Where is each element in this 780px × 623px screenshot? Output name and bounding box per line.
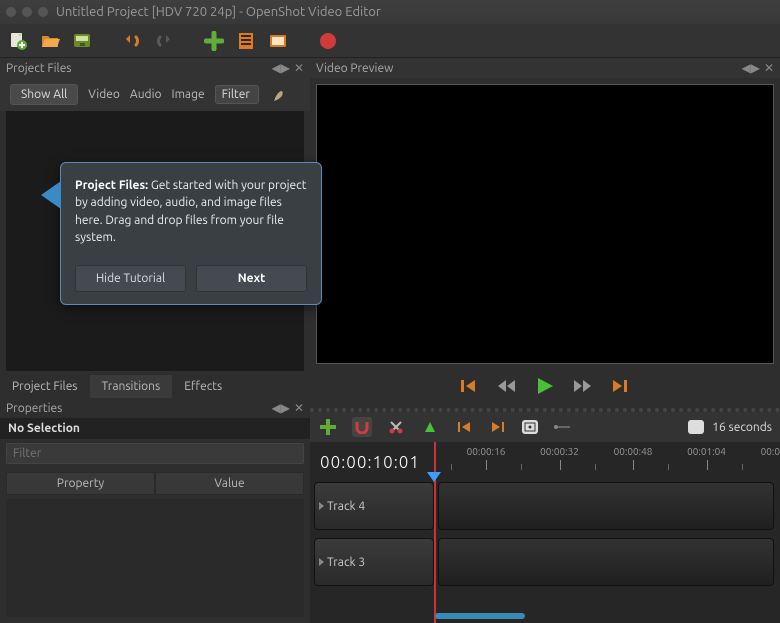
undo-icon[interactable] — [122, 31, 142, 51]
video-preview-header: Video Preview ◀▶ ✕ — [310, 58, 780, 78]
fullscreen-icon[interactable] — [268, 31, 288, 51]
project-files-filter-bar: Show All Video Audio Image Filter — [0, 78, 310, 111]
track-row[interactable]: Track 3 — [310, 538, 780, 586]
minimize-window-icon[interactable] — [22, 7, 32, 17]
filter-audio-tab[interactable]: Audio — [130, 88, 162, 101]
maximize-window-icon[interactable] — [38, 7, 48, 17]
right-panel: Video Preview ◀▶✕ 16 sec — [310, 58, 780, 623]
zoom-slider-icon[interactable] — [552, 417, 572, 437]
project-files-filter-input[interactable]: Filter — [215, 85, 259, 104]
filter-video-tab[interactable]: Video — [88, 88, 120, 101]
tutorial-arrow-icon — [41, 181, 61, 209]
tutorial-text: Project Files: Get started with your pro… — [75, 177, 307, 247]
timeline-duration: 16 seconds — [712, 421, 772, 434]
close-panel-icon[interactable]: ✕ — [294, 61, 304, 75]
track-row[interactable]: Track 4 — [310, 482, 780, 530]
tick-label: 00:00:16 — [467, 446, 506, 457]
track-body[interactable] — [438, 538, 774, 586]
open-project-icon[interactable] — [40, 31, 60, 51]
tab-project-files[interactable]: Project Files — [0, 375, 90, 398]
rewind-icon[interactable] — [497, 376, 517, 396]
tick-label: 00:00:32 — [540, 446, 579, 457]
properties-title: Properties — [6, 402, 62, 415]
new-project-icon[interactable] — [8, 31, 28, 51]
detach-panel-icon[interactable]: ◀▶ — [271, 61, 289, 75]
previous-marker-icon[interactable] — [454, 417, 474, 437]
next-marker-icon[interactable] — [488, 417, 508, 437]
timeline-panel: 16 seconds 00:00:10:01 00:00:16 00:00:32… — [310, 408, 780, 623]
tutorial-heading: Project Files: — [75, 179, 148, 192]
detach-preview-icon[interactable]: ◀▶ — [741, 61, 759, 75]
redo-icon[interactable] — [154, 31, 174, 51]
track-body[interactable] — [438, 482, 774, 530]
timeline-ruler[interactable]: 00:00:16 00:00:32 00:00:48 00:01:04 00:0… — [430, 442, 780, 482]
project-files-header: Project Files ◀▶ ✕ — [0, 58, 310, 78]
save-project-icon[interactable] — [72, 31, 92, 51]
clear-filter-icon[interactable] — [269, 85, 289, 105]
profile-icon[interactable] — [236, 31, 256, 51]
timeline-scrollbar[interactable] — [435, 613, 525, 619]
add-track-icon[interactable] — [318, 417, 338, 437]
track-label[interactable]: Track 4 — [314, 482, 434, 530]
detach-properties-icon[interactable]: ◀▶ — [271, 401, 289, 415]
timecode-display: 00:00:10:01 — [310, 442, 430, 482]
center-playhead-icon[interactable] — [522, 420, 538, 434]
left-bottom-tabs: Project Files Transitions Effects — [0, 375, 310, 398]
project-files-title: Project Files — [6, 62, 72, 75]
next-tutorial-button[interactable]: Next — [196, 265, 307, 292]
timeline-toolbar: 16 seconds — [310, 412, 780, 442]
jump-end-icon[interactable] — [611, 376, 631, 396]
properties-filter-input[interactable] — [6, 443, 304, 464]
tutorial-popup: Project Files: Get started with your pro… — [60, 162, 322, 305]
filter-image-tab[interactable]: Image — [172, 88, 205, 101]
close-preview-icon[interactable]: ✕ — [764, 61, 774, 75]
timeline-badge-icon — [688, 420, 704, 434]
tick-label: 00:00:48 — [614, 446, 653, 457]
left-panel: Project Files ◀▶ ✕ Show All Video Audio I… — [0, 58, 310, 623]
playback-controls — [310, 366, 780, 406]
main-toolbar — [0, 24, 780, 58]
titlebar: Untitled Project [HDV 720 24p] - OpenSho… — [0, 0, 780, 24]
jump-start-icon[interactable] — [459, 376, 479, 396]
properties-header: Properties ◀▶ ✕ — [0, 398, 310, 418]
add-marker-icon[interactable] — [420, 417, 440, 437]
window-title: Untitled Project [HDV 720 24p] - OpenSho… — [56, 5, 381, 19]
play-icon[interactable] — [535, 376, 555, 396]
tick-label: 00:01:04 — [687, 446, 726, 457]
window-controls — [6, 7, 48, 17]
properties-columns: Property Value — [0, 468, 310, 499]
tab-effects[interactable]: Effects — [172, 375, 234, 398]
timeline-body[interactable]: 00:00:10:01 00:00:16 00:00:32 00:00:48 0… — [310, 442, 780, 623]
import-files-icon[interactable] — [204, 31, 224, 51]
video-preview-canvas[interactable] — [316, 84, 774, 364]
value-column-header[interactable]: Value — [155, 472, 304, 495]
playhead-handle[interactable] — [427, 472, 441, 482]
properties-body — [6, 499, 304, 617]
close-properties-icon[interactable]: ✕ — [294, 401, 304, 415]
close-window-icon[interactable] — [6, 7, 16, 17]
video-preview-title: Video Preview — [316, 62, 393, 75]
tab-transitions[interactable]: Transitions — [90, 375, 173, 398]
tick-label: 00:01:20 — [761, 446, 780, 457]
property-column-header[interactable]: Property — [6, 472, 155, 495]
track-label[interactable]: Track 3 — [314, 538, 434, 586]
properties-no-selection: No Selection — [0, 418, 310, 439]
show-all-button[interactable]: Show All — [10, 84, 78, 105]
snap-icon[interactable] — [352, 417, 372, 437]
hide-tutorial-button[interactable]: Hide Tutorial — [75, 265, 186, 292]
export-video-icon[interactable] — [318, 31, 338, 51]
razor-icon[interactable] — [386, 417, 406, 437]
fast-forward-icon[interactable] — [573, 376, 593, 396]
playhead[interactable] — [434, 442, 436, 623]
